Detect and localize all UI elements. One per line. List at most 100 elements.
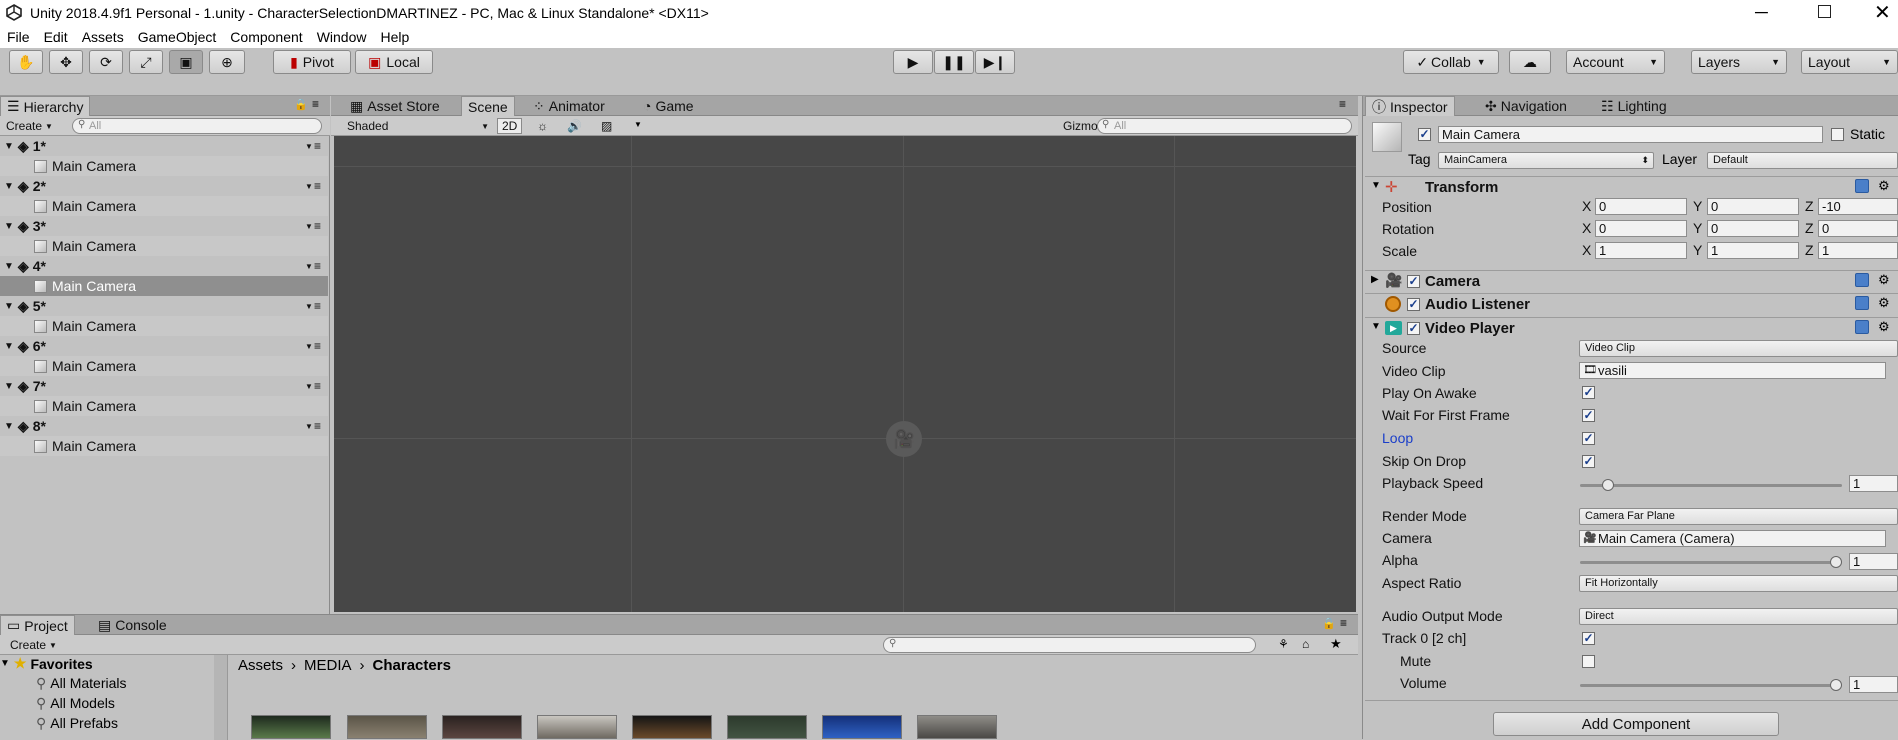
star-filter-icon[interactable]: ★ [1330,636,1342,652]
favorite-item[interactable]: ⚲ All Prefabs [36,715,118,732]
transform-header[interactable]: ▼ ✛ Transform ⚙ [1365,176,1898,198]
hierarchy-scene-row[interactable]: ▼ ◈ 5* ▼ ≡ [0,296,328,316]
hierarchy-object-row[interactable]: Main Camera [0,276,328,296]
layout-button[interactable]: Layout ▼ [1801,50,1898,74]
tab-inspector[interactable]: ⓘ Inspector [1365,96,1455,116]
project-create-button[interactable]: Create ▼ [6,637,61,653]
hierarchy-scene-row[interactable]: ▼ ◈ 4* ▼ ≡ [0,256,328,276]
hierarchy-scene-row[interactable]: ▼ ◈ 3* ▼ ≡ [0,216,328,236]
scale-z-field[interactable]: 1 [1818,242,1898,259]
chevron-down-icon[interactable]: ▼ [305,222,313,231]
close-icon[interactable]: ✕ [1874,0,1891,25]
camera-enabled-checkbox[interactable]: ✓ [1407,275,1420,288]
row-menu-icon[interactable]: ≡ [314,179,321,193]
menu-help[interactable]: Help [373,29,416,45]
video-clip-field[interactable]: vasili [1579,362,1886,379]
playback-speed-field[interactable]: 1 [1849,475,1898,492]
row-menu-icon[interactable]: ≡ [314,139,321,153]
row-menu-icon[interactable]: ≡ [314,259,321,273]
hierarchy-object-row[interactable]: Main Camera [0,396,328,416]
add-component-button[interactable]: Add Component [1493,712,1779,736]
chevron-down-icon[interactable]: ▼ [305,382,313,391]
lock-icon[interactable]: 🔒 [1322,617,1336,630]
rotation-y-field[interactable]: 0 [1707,220,1799,237]
wait-first-frame-checkbox[interactable]: ✓ [1582,409,1595,422]
camera-component-header[interactable]: ▶ 🎥 ✓ Camera ⚙ [1365,270,1898,292]
cloud-button[interactable]: ☁ [1509,50,1551,74]
hierarchy-create-button[interactable]: Create ▼ [2,118,57,134]
pause-button[interactable]: ❚❚ [934,50,974,74]
tab-navigation[interactable]: ✣ Navigation [1479,96,1573,116]
maximize-icon[interactable] [1818,5,1831,18]
alpha-slider-knob[interactable] [1830,556,1842,568]
asset-thumbnail[interactable] [442,715,522,739]
camera-gizmo-icon[interactable]: 🎥 [886,421,922,457]
tag-dropdown[interactable]: MainCamera ⬍ [1438,152,1654,169]
source-dropdown[interactable]: Video Clip [1579,340,1898,357]
lighting-toggle-icon[interactable]: ☼ [533,118,552,134]
hierarchy-scene-row[interactable]: ▼ ◈ 8* ▼ ≡ [0,416,328,436]
filter-type-icon[interactable]: ⚘ [1278,637,1289,651]
hierarchy-scene-row[interactable]: ▼ ◈ 6* ▼ ≡ [0,336,328,356]
object-name-field[interactable]: Main Camera [1438,126,1823,143]
filter-label-icon[interactable]: ⌂ [1302,637,1309,651]
chevron-down-icon[interactable]: ▼ [305,342,313,351]
render-mode-dropdown[interactable]: Camera Far Plane [1579,508,1898,525]
settings-slider-icon[interactable]: ⚙ [1878,178,1890,194]
playback-speed-slider[interactable] [1580,484,1842,487]
chevron-down-icon[interactable]: ▼ [305,182,313,191]
asset-thumbnail[interactable] [822,715,902,739]
audio-listener-header[interactable]: ✓ Audio Listener ⚙ [1365,293,1898,315]
menu-file[interactable]: File [0,29,37,45]
volume-slider[interactable] [1580,684,1842,687]
volume-slider-knob[interactable] [1830,679,1842,691]
loop-checkbox[interactable]: ✓ [1582,432,1595,445]
local-button[interactable]: ▣ Local [355,50,433,74]
hierarchy-object-row[interactable]: Main Camera [0,156,328,176]
scene-viewport[interactable]: 🎥 [334,136,1356,612]
menu-component[interactable]: Component [223,29,309,45]
hierarchy-search-input[interactable]: All [72,118,322,134]
tab-asset-store[interactable]: ▦ Asset Store [344,96,446,116]
breadcrumb-assets[interactable]: Assets [238,657,283,674]
alpha-slider[interactable] [1580,561,1842,564]
rect-tool-icon[interactable]: ▣ [169,50,203,74]
layers-button[interactable]: Layers ▼ [1691,50,1787,74]
play-button[interactable]: ▶ [893,50,933,74]
move-tool-icon[interactable]: ✥ [49,50,83,74]
playback-speed-slider-knob[interactable] [1602,479,1614,491]
asset-thumbnail[interactable] [632,715,712,739]
track-checkbox[interactable]: ✓ [1582,632,1595,645]
tab-hierarchy[interactable]: ☰ Hierarchy [0,96,91,116]
asset-thumbnail[interactable] [917,715,997,739]
layer-dropdown[interactable]: Default [1707,152,1898,169]
help-book-icon[interactable] [1855,320,1869,334]
video-player-header[interactable]: ▼ ▶ ✓ Video Player ⚙ [1365,317,1898,339]
rotate-tool-icon[interactable]: ⟳ [89,50,123,74]
transform-tool-icon[interactable]: ⊕ [209,50,245,74]
tab-scene[interactable]: Scene [461,96,515,116]
hierarchy-object-row[interactable]: Main Camera [0,316,328,336]
chevron-down-icon[interactable]: ▼ [634,120,642,129]
favorite-item[interactable]: ⚲ All Models [36,695,115,712]
lock-icon[interactable]: 🔒 [294,98,308,111]
help-book-icon[interactable] [1855,296,1869,310]
tab-animator[interactable]: ⁘ Animator [527,96,611,116]
chevron-down-icon[interactable]: ▼ [305,302,313,311]
tab-game[interactable]: ◔ Game [637,96,700,116]
asset-thumbnail[interactable] [251,715,331,739]
pivot-button[interactable]: ▮ Pivot [273,50,351,74]
hand-tool-icon[interactable]: ✋ [9,50,43,74]
rotation-x-field[interactable]: 0 [1595,220,1687,237]
effects-toggle-icon[interactable]: ▨ [597,118,616,134]
favorites-header[interactable]: ▼ ★ Favorites [0,655,93,672]
help-book-icon[interactable] [1855,273,1869,287]
hierarchy-object-row[interactable]: Main Camera [0,356,328,376]
video-player-enabled-checkbox[interactable]: ✓ [1407,322,1420,335]
menu-edit[interactable]: Edit [37,29,75,45]
volume-field[interactable]: 1 [1849,676,1898,693]
menu-window[interactable]: Window [310,29,374,45]
alpha-field[interactable]: 1 [1849,553,1898,570]
project-search-input[interactable] [883,637,1256,653]
asset-thumbnail[interactable] [727,715,807,739]
